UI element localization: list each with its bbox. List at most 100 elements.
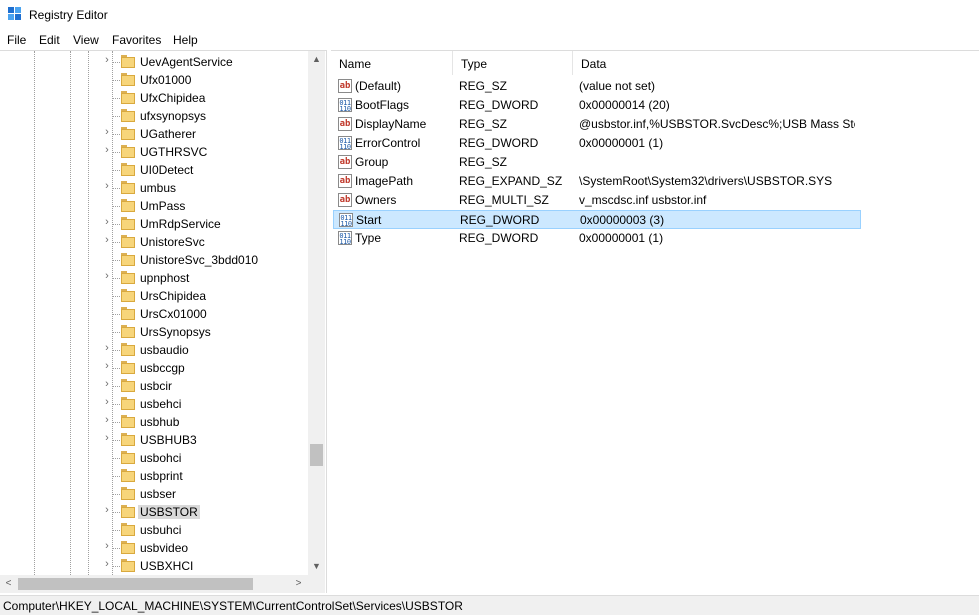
tree-item[interactable]: UnistoreSvc_3bdd010 — [0, 251, 310, 269]
expand-chevron-icon[interactable]: › — [103, 378, 111, 390]
tree-item[interactable]: › usbehci — [0, 395, 310, 413]
tree-item[interactable]: › UGatherer — [0, 125, 310, 143]
tree-item[interactable]: › usbhub — [0, 413, 310, 431]
table-row[interactable]: ab (Default) REG_SZ (value not set) — [333, 77, 861, 96]
column-header-name[interactable]: Name — [331, 51, 453, 75]
tree-item[interactable]: › USBSTOR — [0, 503, 310, 521]
scroll-up-arrow-icon[interactable]: ▲ — [308, 51, 325, 68]
menu-view[interactable]: View — [73, 33, 99, 47]
expand-chevron-icon[interactable]: › — [103, 180, 111, 192]
value-type: REG_DWORD — [459, 136, 539, 150]
string-value-icon: ab — [338, 174, 352, 188]
table-row[interactable]: ab ImagePath REG_EXPAND_SZ \SystemRoot\Syst… — [333, 172, 861, 191]
folder-icon — [121, 415, 135, 429]
menu-help[interactable]: Help — [173, 33, 198, 47]
tree-vertical-scroll-thumb[interactable] — [310, 444, 323, 466]
tree-connector — [112, 566, 120, 567]
tree-item[interactable]: UI0Detect — [0, 161, 310, 179]
folder-icon — [121, 127, 135, 141]
expand-chevron-icon[interactable]: › — [103, 126, 111, 138]
tree-item-label: USBHUB3 — [140, 433, 197, 447]
tree-item[interactable]: › upnphost — [0, 269, 310, 287]
tree-vertical-scrollbar[interactable]: ▲ ▼ — [308, 51, 325, 575]
folder-icon — [121, 379, 135, 393]
expand-chevron-icon[interactable]: › — [103, 270, 111, 282]
column-header-data[interactable]: Data — [573, 51, 979, 75]
tree-item[interactable]: usbuhci — [0, 521, 310, 539]
tree-item[interactable]: › USBXHCI — [0, 557, 310, 575]
tree-item[interactable]: › UevAgentService — [0, 53, 310, 71]
tree-item[interactable]: › UnistoreSvc — [0, 233, 310, 251]
tree-item[interactable]: UrsChipidea — [0, 287, 310, 305]
tree-item[interactable]: › USBHUB3 — [0, 431, 310, 449]
tree-connector — [112, 350, 120, 351]
registry-values-list[interactable]: Name Type Data ab (Default) REG_SZ (value n… — [331, 50, 979, 593]
registry-key-tree[interactable]: › UevAgentService Ufx01000 UfxChipidea ufxsy… — [0, 50, 327, 593]
folder-icon — [121, 163, 135, 177]
tree-item[interactable]: › usbcir — [0, 377, 310, 395]
expand-chevron-icon[interactable]: › — [103, 342, 111, 354]
menu-file[interactable]: File — [7, 33, 26, 47]
tree-item[interactable]: usbohci — [0, 449, 310, 467]
tree-connector — [112, 80, 120, 81]
tree-item[interactable]: usbprint — [0, 467, 310, 485]
folder-icon — [121, 145, 135, 159]
tree-item[interactable]: ufxsynopsys — [0, 107, 310, 125]
scroll-left-arrow-icon[interactable]: < — [0, 575, 17, 593]
tree-item[interactable]: UfxChipidea — [0, 89, 310, 107]
tree-horizontal-scrollbar[interactable]: < > — [0, 575, 308, 593]
binary-value-icon: 011 110 — [339, 213, 353, 228]
tree-item[interactable]: › usbaudio — [0, 341, 310, 359]
expand-chevron-icon[interactable]: › — [103, 144, 111, 156]
tree-item[interactable]: UrsCx01000 — [0, 305, 310, 323]
folder-icon — [121, 109, 135, 123]
binary-value-icon: 011 110 — [338, 136, 352, 151]
value-name: Group — [355, 155, 389, 169]
folder-icon — [121, 469, 135, 483]
table-row[interactable]: ab Group REG_SZ — [333, 153, 861, 172]
tree-item[interactable]: UrsSynopsys — [0, 323, 310, 341]
table-row[interactable]: 011 110 Type REG_DWORD 0x00000001 (1) — [333, 229, 861, 248]
tree-connector — [112, 242, 120, 243]
expand-chevron-icon[interactable]: › — [103, 414, 111, 426]
tree-item[interactable]: › usbccgp — [0, 359, 310, 377]
table-row[interactable]: 011 110 ErrorControl REG_DWORD 0x00000001 (1… — [333, 134, 861, 153]
tree-connector — [112, 152, 120, 153]
tree-horizontal-scroll-thumb[interactable] — [18, 578, 253, 590]
expand-chevron-icon[interactable]: › — [103, 558, 111, 570]
folder-icon — [121, 307, 135, 321]
tree-item[interactable]: Ufx01000 — [0, 71, 310, 89]
column-header-type[interactable]: Type — [453, 51, 573, 75]
expand-chevron-icon[interactable]: › — [103, 504, 111, 516]
scroll-down-arrow-icon[interactable]: ▼ — [308, 558, 325, 575]
table-row[interactable]: 011 110 Start REG_DWORD 0x00000003 (3) — [333, 210, 861, 229]
tree-item[interactable]: › UGTHRSVC — [0, 143, 310, 161]
table-row[interactable]: 011 110 BootFlags REG_DWORD 0x00000014 (20) — [333, 96, 861, 115]
value-type: REG_DWORD — [460, 213, 540, 227]
menu-edit[interactable]: Edit — [39, 33, 60, 47]
tree-item-label: UGatherer — [140, 127, 197, 141]
expand-chevron-icon[interactable]: › — [103, 234, 111, 246]
expand-chevron-icon[interactable]: › — [103, 360, 111, 372]
tree-item[interactable]: › UmRdpService — [0, 215, 310, 233]
value-name: BootFlags — [355, 98, 410, 112]
tree-item[interactable]: usbser — [0, 485, 310, 503]
table-row[interactable]: ab Owners REG_MULTI_SZ v_mscdsc.inf usbstor… — [333, 191, 861, 210]
expand-chevron-icon[interactable]: › — [103, 540, 111, 552]
tree-item-label: usbhub — [140, 415, 180, 429]
string-value-icon: ab — [338, 117, 352, 131]
menu-favorites[interactable]: Favorites — [112, 33, 161, 47]
folder-icon — [121, 541, 135, 555]
expand-chevron-icon[interactable]: › — [103, 216, 111, 228]
tree-connector — [112, 98, 120, 99]
table-row[interactable]: ab DisplayName REG_SZ @usbstor.inf,%USBSTOR… — [333, 115, 861, 134]
tree-item[interactable]: UmPass — [0, 197, 310, 215]
scroll-right-arrow-icon[interactable]: > — [290, 575, 307, 593]
tree-connector — [112, 296, 120, 297]
expand-chevron-icon[interactable]: › — [103, 396, 111, 408]
expand-chevron-icon[interactable]: › — [103, 54, 111, 66]
folder-icon — [121, 289, 135, 303]
tree-item[interactable]: › usbvideo — [0, 539, 310, 557]
tree-item[interactable]: › umbus — [0, 179, 310, 197]
expand-chevron-icon[interactable]: › — [103, 432, 111, 444]
